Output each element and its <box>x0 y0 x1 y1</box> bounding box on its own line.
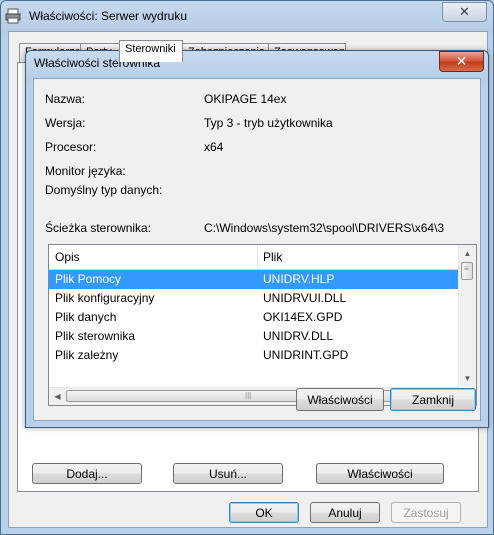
processor-label: Procesor: <box>45 140 97 154</box>
scroll-left-icon[interactable]: ◀ <box>50 389 65 404</box>
driver-files-list[interactable]: Opis Plik Plik Pomocy UNIDRV.HLP Plik ko… <box>48 244 477 406</box>
window-title: Właściwości: Serwer wydruku <box>29 9 188 23</box>
apply-button-label: Zastosuj <box>403 506 449 520</box>
item-description: Plik danych <box>55 310 117 324</box>
driver-path-label: Ścieżka sterownika: <box>45 221 152 235</box>
column-header-file[interactable]: Plik <box>257 245 461 269</box>
add-driver-button[interactable]: Dodaj... <box>32 463 142 484</box>
list-body: Plik Pomocy UNIDRV.HLP Plik konfiguracyj… <box>49 270 461 387</box>
item-file: UNIDRINT.GPD <box>263 348 349 362</box>
item-file: UNIDRVUI.DLL <box>263 291 347 305</box>
ok-button[interactable]: OK <box>229 502 299 523</box>
list-item[interactable]: Plik sterownika UNIDRV.DLL <box>49 327 461 346</box>
column-header-description[interactable]: Opis <box>49 245 257 269</box>
dialog-close-button[interactable]: ✕ <box>439 51 484 72</box>
list-item[interactable]: Plik zależny UNIDRINT.GPD <box>49 346 461 365</box>
item-description: Plik konfiguracyjny <box>55 291 155 305</box>
processor-value: x64 <box>204 140 224 154</box>
close-dialog-button[interactable]: Zamknij <box>390 388 476 411</box>
item-file: UNIDRV.HLP <box>263 272 335 286</box>
dialog-client-area: Nazwa: OKIPAGE 14ex Wersja: Typ 3 - tryb… <box>33 78 481 421</box>
cancel-button[interactable]: Anuluj <box>310 502 380 523</box>
item-description: Plik zależny <box>55 348 119 362</box>
name-value: OKIPAGE 14ex <box>204 92 287 106</box>
file-properties-label: Właściwości <box>307 393 373 407</box>
close-button-label: Zamknij <box>411 393 454 407</box>
item-file: UNIDRV.DLL <box>263 329 334 343</box>
close-icon: ✕ <box>455 53 468 69</box>
ok-button-label: OK <box>255 506 273 520</box>
list-item[interactable]: Plik danych OKI14EX.GPD <box>49 308 461 327</box>
version-label: Wersja: <box>45 116 86 130</box>
remove-button-label: Usuń... <box>208 467 247 481</box>
file-properties-button[interactable]: Właściwości <box>296 388 384 411</box>
item-file: OKI14EX.GPD <box>263 310 343 324</box>
language-monitor-label: Monitor języka: <box>45 164 126 178</box>
name-label: Nazwa: <box>45 92 86 106</box>
scroll-down-icon[interactable]: ▼ <box>460 371 475 386</box>
vertical-scroll-thumb[interactable]: ≡ <box>461 262 473 280</box>
list-item[interactable]: Plik Pomocy UNIDRV.HLP <box>49 270 461 289</box>
item-description: Plik sterownika <box>55 329 136 343</box>
add-button-label: Dodaj... <box>66 467 108 481</box>
properties-button-label: Właściwości <box>347 467 413 481</box>
default-datatype-label: Domyślny typ danych: <box>45 183 163 197</box>
grip-icon: ≡ <box>464 264 469 273</box>
close-icon: ✕ <box>459 4 470 19</box>
printer-icon <box>5 8 21 24</box>
version-value: Typ 3 - tryb użytkownika <box>204 116 333 130</box>
item-description: Plik Pomocy <box>55 272 122 286</box>
tab-drivers[interactable]: Sterowniki <box>119 40 183 62</box>
list-header: Opis Plik <box>49 245 461 270</box>
driver-properties-dialog: Właściwości sterownika ✕ Nazwa: OKIPAGE … <box>25 50 489 428</box>
scroll-up-icon[interactable]: ▲ <box>460 246 475 261</box>
driver-path-value: C:\Windows\system32\spool\DRIVERS\x64\3 <box>204 221 445 235</box>
list-item[interactable]: Plik konfiguracyjny UNIDRVUI.DLL <box>49 289 461 308</box>
window-close-button[interactable]: ✕ <box>442 2 487 22</box>
apply-button[interactable]: Zastosuj <box>391 502 461 523</box>
cancel-button-label: Anuluj <box>328 506 362 520</box>
vertical-scrollbar[interactable]: ▲ ≡ ▼ <box>458 245 476 387</box>
window-titlebar: Właściwości: Serwer wydruku <box>5 5 187 27</box>
grip-icon: ||| <box>245 391 252 400</box>
remove-driver-button[interactable]: Usuń... <box>173 463 283 484</box>
driver-properties-button[interactable]: Właściwości <box>316 463 444 484</box>
